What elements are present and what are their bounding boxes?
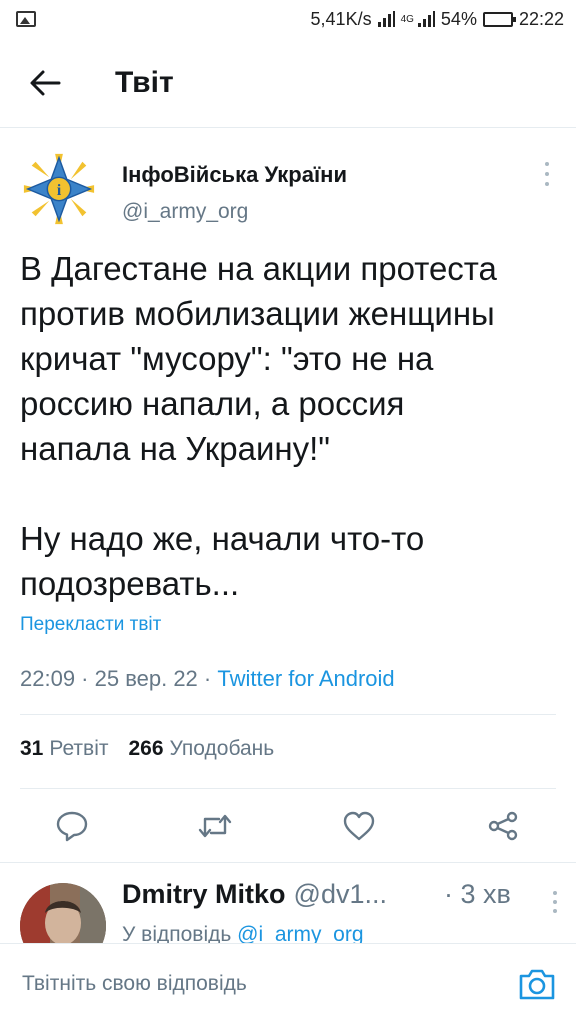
avatar[interactable]: [20, 883, 106, 943]
tweet-line: напала на Украину!": [20, 430, 330, 467]
reply-to-line: У відповідь @i_army_org: [122, 923, 364, 943]
tweet-author: i ІнфоВійська України @i_army_org: [20, 148, 556, 228]
clock: 22:22: [518, 8, 564, 29]
reply-time: · 3 хв: [444, 879, 511, 909]
reply-more-options-icon[interactable]: [552, 891, 558, 913]
divider: [20, 788, 556, 789]
like-button[interactable]: [339, 806, 379, 846]
reply-author-name[interactable]: Dmitry Mitko: [122, 879, 286, 910]
retweet-button[interactable]: [195, 806, 235, 846]
retweets-label[interactable]: Ретвіт: [49, 737, 108, 761]
tweet-actions: [0, 800, 576, 850]
arrow-left-icon: [30, 70, 61, 95]
reply-composer: Твітніть свою відповідь: [0, 943, 576, 1024]
share-icon: [488, 811, 518, 841]
tweet-timestamp: 22:09 · 25 вер. 22 ·: [20, 666, 218, 691]
reply-input[interactable]: Твітніть свою відповідь: [22, 972, 247, 996]
reply-author-handle[interactable]: @dv1...: [294, 879, 387, 910]
reply-to-prefix: У відповідь: [122, 923, 238, 943]
status-bar: 5,41K/s 4G 54% 22:22: [0, 0, 576, 38]
tweet-line: В Дагестане на акции протеста: [20, 250, 497, 287]
translate-tweet-link[interactable]: Перекласти твіт: [20, 614, 161, 636]
more-options-icon[interactable]: [544, 162, 550, 186]
reply-to-mention[interactable]: @i_army_org: [237, 923, 363, 943]
tweet-line: Ну надо же, начали что-то: [20, 520, 425, 557]
avatar-photo: [20, 883, 106, 943]
author-avatar[interactable]: i: [20, 150, 98, 228]
author-name[interactable]: ІнфоВійська України: [122, 162, 347, 188]
battery-percent: 54%: [440, 8, 477, 29]
svg-text:i: i: [57, 182, 62, 199]
tweet-line: россию напали, а россия: [20, 385, 405, 422]
tweet-line-blank: [20, 471, 556, 516]
divider: [20, 714, 556, 715]
tweet-line: подозревать...: [20, 565, 240, 602]
retweet-icon: [198, 814, 232, 838]
tweet-stats: 31 Ретвіт 266 Уподобань: [20, 737, 274, 761]
network-type: 4G: [400, 13, 414, 25]
reply-icon: [56, 811, 88, 842]
reply-button[interactable]: [52, 806, 92, 846]
tweet-source-link[interactable]: Twitter for Android: [217, 666, 394, 691]
status-indicators: 5,41K/s 4G 54% 22:22: [311, 9, 564, 30]
share-button[interactable]: [483, 806, 523, 846]
signal-icon: [377, 11, 395, 27]
likes-label[interactable]: Уподобань: [170, 737, 275, 761]
likes-count[interactable]: 266: [128, 737, 163, 761]
gallery-notification-icon: [16, 11, 36, 27]
author-handle[interactable]: @i_army_org: [122, 200, 248, 224]
tweet-text: В Дагестане на акции протеста против моб…: [20, 246, 556, 606]
camera-icon: [519, 969, 555, 1000]
battery-icon: [482, 11, 516, 27]
back-button[interactable]: [5, 53, 85, 113]
page-title: Твіт: [115, 65, 174, 99]
app-header: Твіт: [0, 38, 576, 128]
reply-tweet[interactable]: Dmitry Mitko @dv1... · 3 хв У відповідь …: [0, 863, 576, 943]
tweet-line: против мобилизации женщины: [20, 295, 495, 332]
tweet-meta: 22:09 · 25 вер. 22 · Twitter for Android: [20, 666, 395, 692]
tweet-line: кричат "мусору": "это не на: [20, 340, 434, 377]
reply-header: Dmitry Mitko @dv1...: [122, 879, 387, 910]
network-speed: 5,41K/s: [310, 8, 372, 29]
retweets-count[interactable]: 31: [20, 737, 43, 761]
signal-icon-2: [417, 11, 435, 27]
camera-button[interactable]: [518, 966, 556, 1002]
heart-icon: [343, 811, 375, 841]
